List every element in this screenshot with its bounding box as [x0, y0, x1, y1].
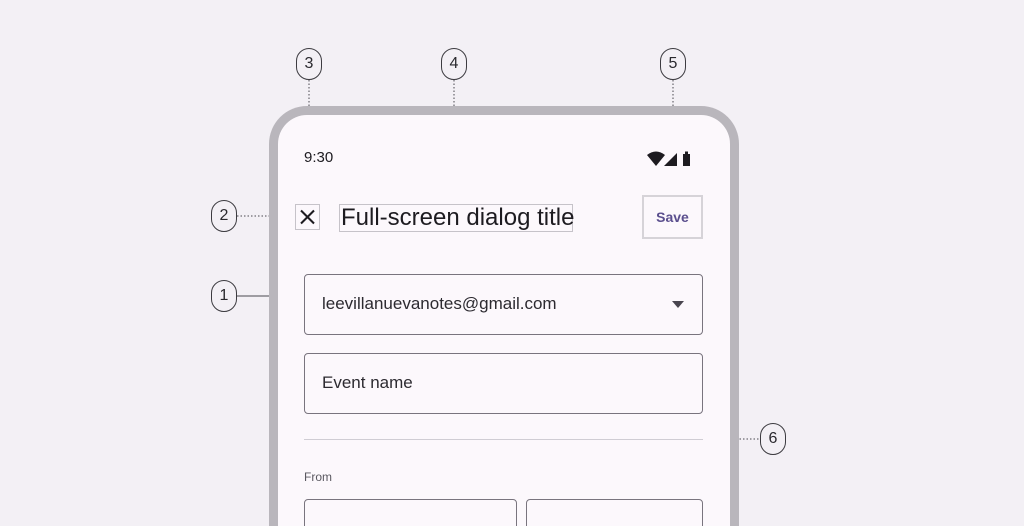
- signal-icon: [664, 153, 677, 166]
- wifi-icon: [647, 151, 665, 166]
- dropdown-arrow-icon: [672, 301, 684, 308]
- account-select[interactable]: leevillanuevanotes@gmail.com: [304, 274, 703, 335]
- divider: [304, 439, 703, 440]
- callout-2: 2: [211, 200, 237, 232]
- callout-3: 3: [296, 48, 322, 80]
- status-time: 9:30: [304, 149, 334, 166]
- event-name-field[interactable]: Event name: [304, 353, 703, 414]
- close-button[interactable]: [295, 204, 320, 230]
- dialog-app-bar: Full-screen dialog title Save: [278, 186, 730, 248]
- callout-4: 4: [441, 48, 467, 80]
- device-frame: 9:30 Full-screen dialog title Save leevi…: [269, 106, 739, 526]
- battery-icon: [683, 154, 690, 166]
- from-label: From: [304, 470, 332, 484]
- event-name-placeholder: Event name: [322, 373, 413, 392]
- from-date-field[interactable]: [304, 499, 517, 526]
- callout-1: 1: [211, 280, 237, 312]
- dialog-title: Full-screen dialog title: [339, 204, 575, 232]
- callout-6: 6: [760, 423, 786, 455]
- account-select-value: leevillanuevanotes@gmail.com: [322, 294, 557, 313]
- status-icons: [647, 151, 690, 166]
- save-button[interactable]: Save: [642, 195, 703, 239]
- callout-5: 5: [660, 48, 686, 80]
- close-icon: [300, 209, 315, 225]
- from-time-field[interactable]: [526, 499, 703, 526]
